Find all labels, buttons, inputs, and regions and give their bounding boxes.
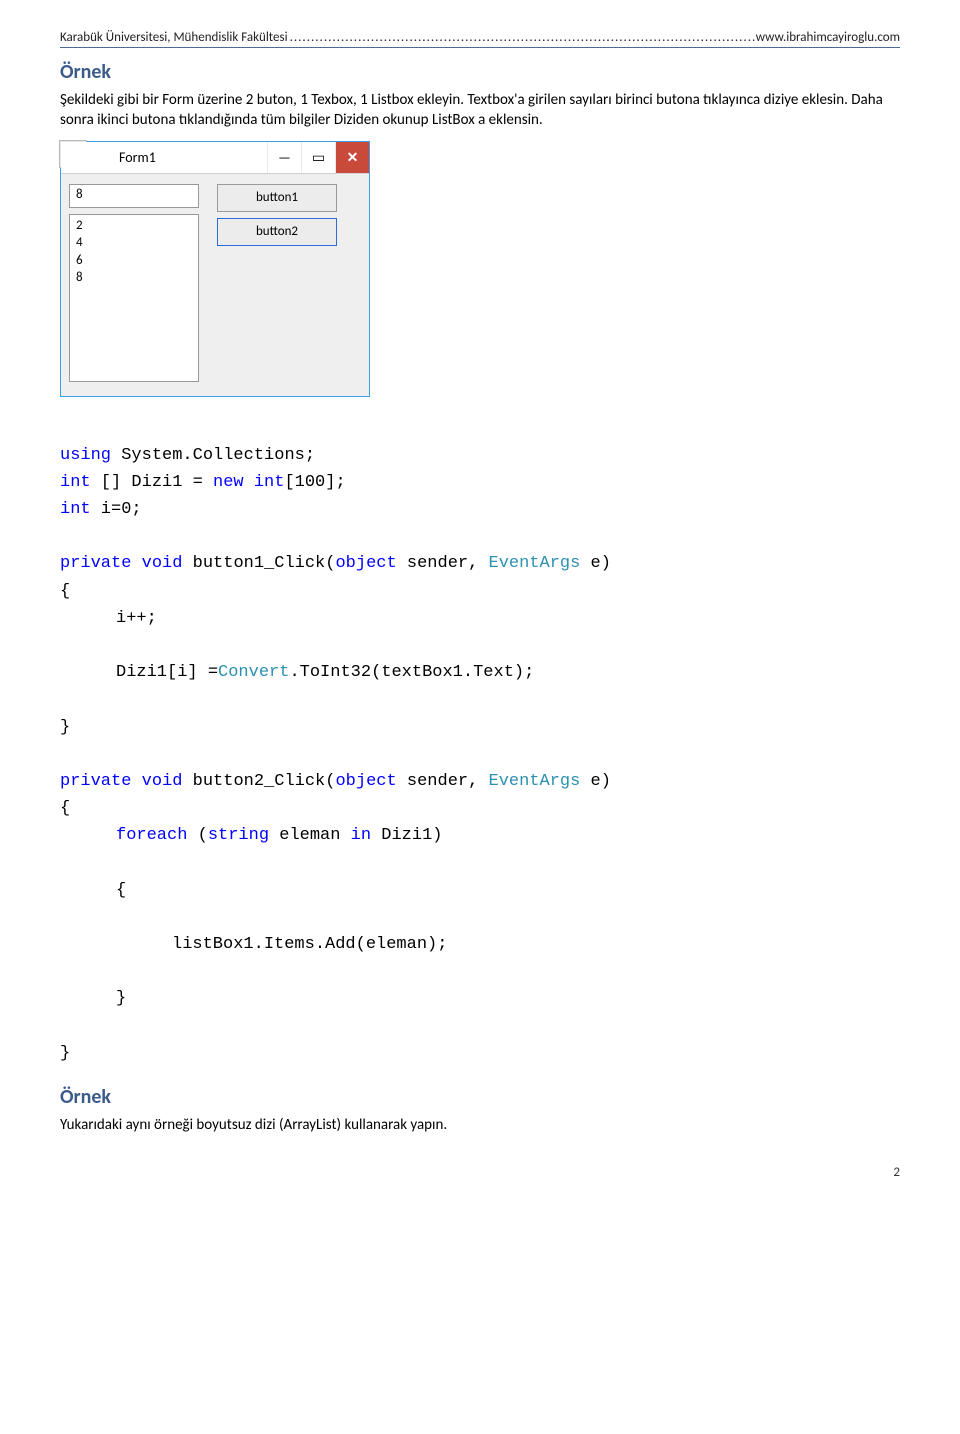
page-number: 2 xyxy=(60,1165,900,1180)
maximize-button[interactable]: ▭ xyxy=(301,142,335,173)
kw-int: int xyxy=(60,473,91,492)
example-heading-1: Örnek xyxy=(60,60,900,84)
type-eventargs: EventArgs xyxy=(489,554,581,573)
form-title: Form1 xyxy=(119,149,267,166)
code-text: Dizi1) xyxy=(371,826,442,845)
textbox1[interactable]: 8 xyxy=(69,184,199,208)
kw-void: void xyxy=(142,772,183,791)
code-text: .ToInt32(textBox1.Text); xyxy=(289,663,534,682)
kw-void: void xyxy=(142,554,183,573)
kw-private: private xyxy=(60,554,131,573)
page-header: Karabük Üniversitesi, Mühendislik Fakült… xyxy=(60,30,900,48)
code-text: sender, xyxy=(397,772,489,791)
kw-int: int xyxy=(254,473,285,492)
button1[interactable]: button1 xyxy=(217,184,337,212)
type-convert: Convert xyxy=(218,663,289,682)
code-text: [100]; xyxy=(284,473,345,492)
form-window: Form1 — ▭ ✕ 8 2 4 6 8 button1 button2 xyxy=(60,141,370,397)
form-body: 8 2 4 6 8 button1 button2 xyxy=(61,174,369,396)
kw-new: new xyxy=(213,473,244,492)
code-brace: } xyxy=(60,985,900,1012)
code-text: i=0; xyxy=(91,500,142,519)
kw-using: using xyxy=(60,446,111,465)
kw-foreach: foreach xyxy=(116,826,187,845)
window-controls: — ▭ ✕ xyxy=(267,142,369,173)
example-paragraph-1: Şekildeki gibi bir Form üzerine 2 buton,… xyxy=(60,90,900,131)
code-text: Dizi1[i] = xyxy=(116,663,218,682)
code-brace: { xyxy=(60,877,900,904)
code-text: sender, xyxy=(397,554,489,573)
code-text: System.Collections; xyxy=(111,446,315,465)
code-line: i++; xyxy=(60,605,900,632)
code-text: [] Dizi1 = xyxy=(91,473,213,492)
code-brace: } xyxy=(60,718,70,737)
code-text xyxy=(244,473,254,492)
listbox1[interactable]: 2 4 6 8 xyxy=(69,214,199,382)
minimize-button[interactable]: — xyxy=(267,142,301,173)
example-paragraph-2: Yukarıdaki aynı örneği boyutsuz dizi (Ar… xyxy=(60,1115,900,1135)
code-brace: } xyxy=(60,1044,70,1063)
example-heading-2: Örnek xyxy=(60,1085,900,1109)
kw-string: string xyxy=(208,826,269,845)
code-text: e) xyxy=(580,554,611,573)
kw-object: object xyxy=(335,554,396,573)
code-text: button2_Click( xyxy=(182,772,335,791)
code-text: eleman xyxy=(269,826,351,845)
code-brace: { xyxy=(60,799,70,818)
code-line: listBox1.Items.Add(eleman); xyxy=(60,931,900,958)
button2[interactable]: button2 xyxy=(217,218,337,246)
code-text: ( xyxy=(187,826,207,845)
kw-object: object xyxy=(335,772,396,791)
kw-in: in xyxy=(351,826,371,845)
kw-int: int xyxy=(60,500,91,519)
form-titlebar: Form1 — ▭ ✕ xyxy=(61,142,369,174)
code-block: using System.Collections; int [] Dizi1 =… xyxy=(60,415,900,1068)
type-eventargs: EventArgs xyxy=(489,772,581,791)
close-button[interactable]: ✕ xyxy=(335,142,369,173)
code-brace: { xyxy=(60,582,70,601)
code-text: e) xyxy=(580,772,611,791)
kw-private: private xyxy=(60,772,131,791)
code-text: button1_Click( xyxy=(182,554,335,573)
code-text xyxy=(131,772,141,791)
header-dots: ........................................… xyxy=(288,30,756,45)
header-left: Karabük Üniversitesi, Mühendislik Fakült… xyxy=(60,30,288,45)
code-text xyxy=(131,554,141,573)
header-right: www.ibrahimcayiroglu.com xyxy=(756,30,900,45)
